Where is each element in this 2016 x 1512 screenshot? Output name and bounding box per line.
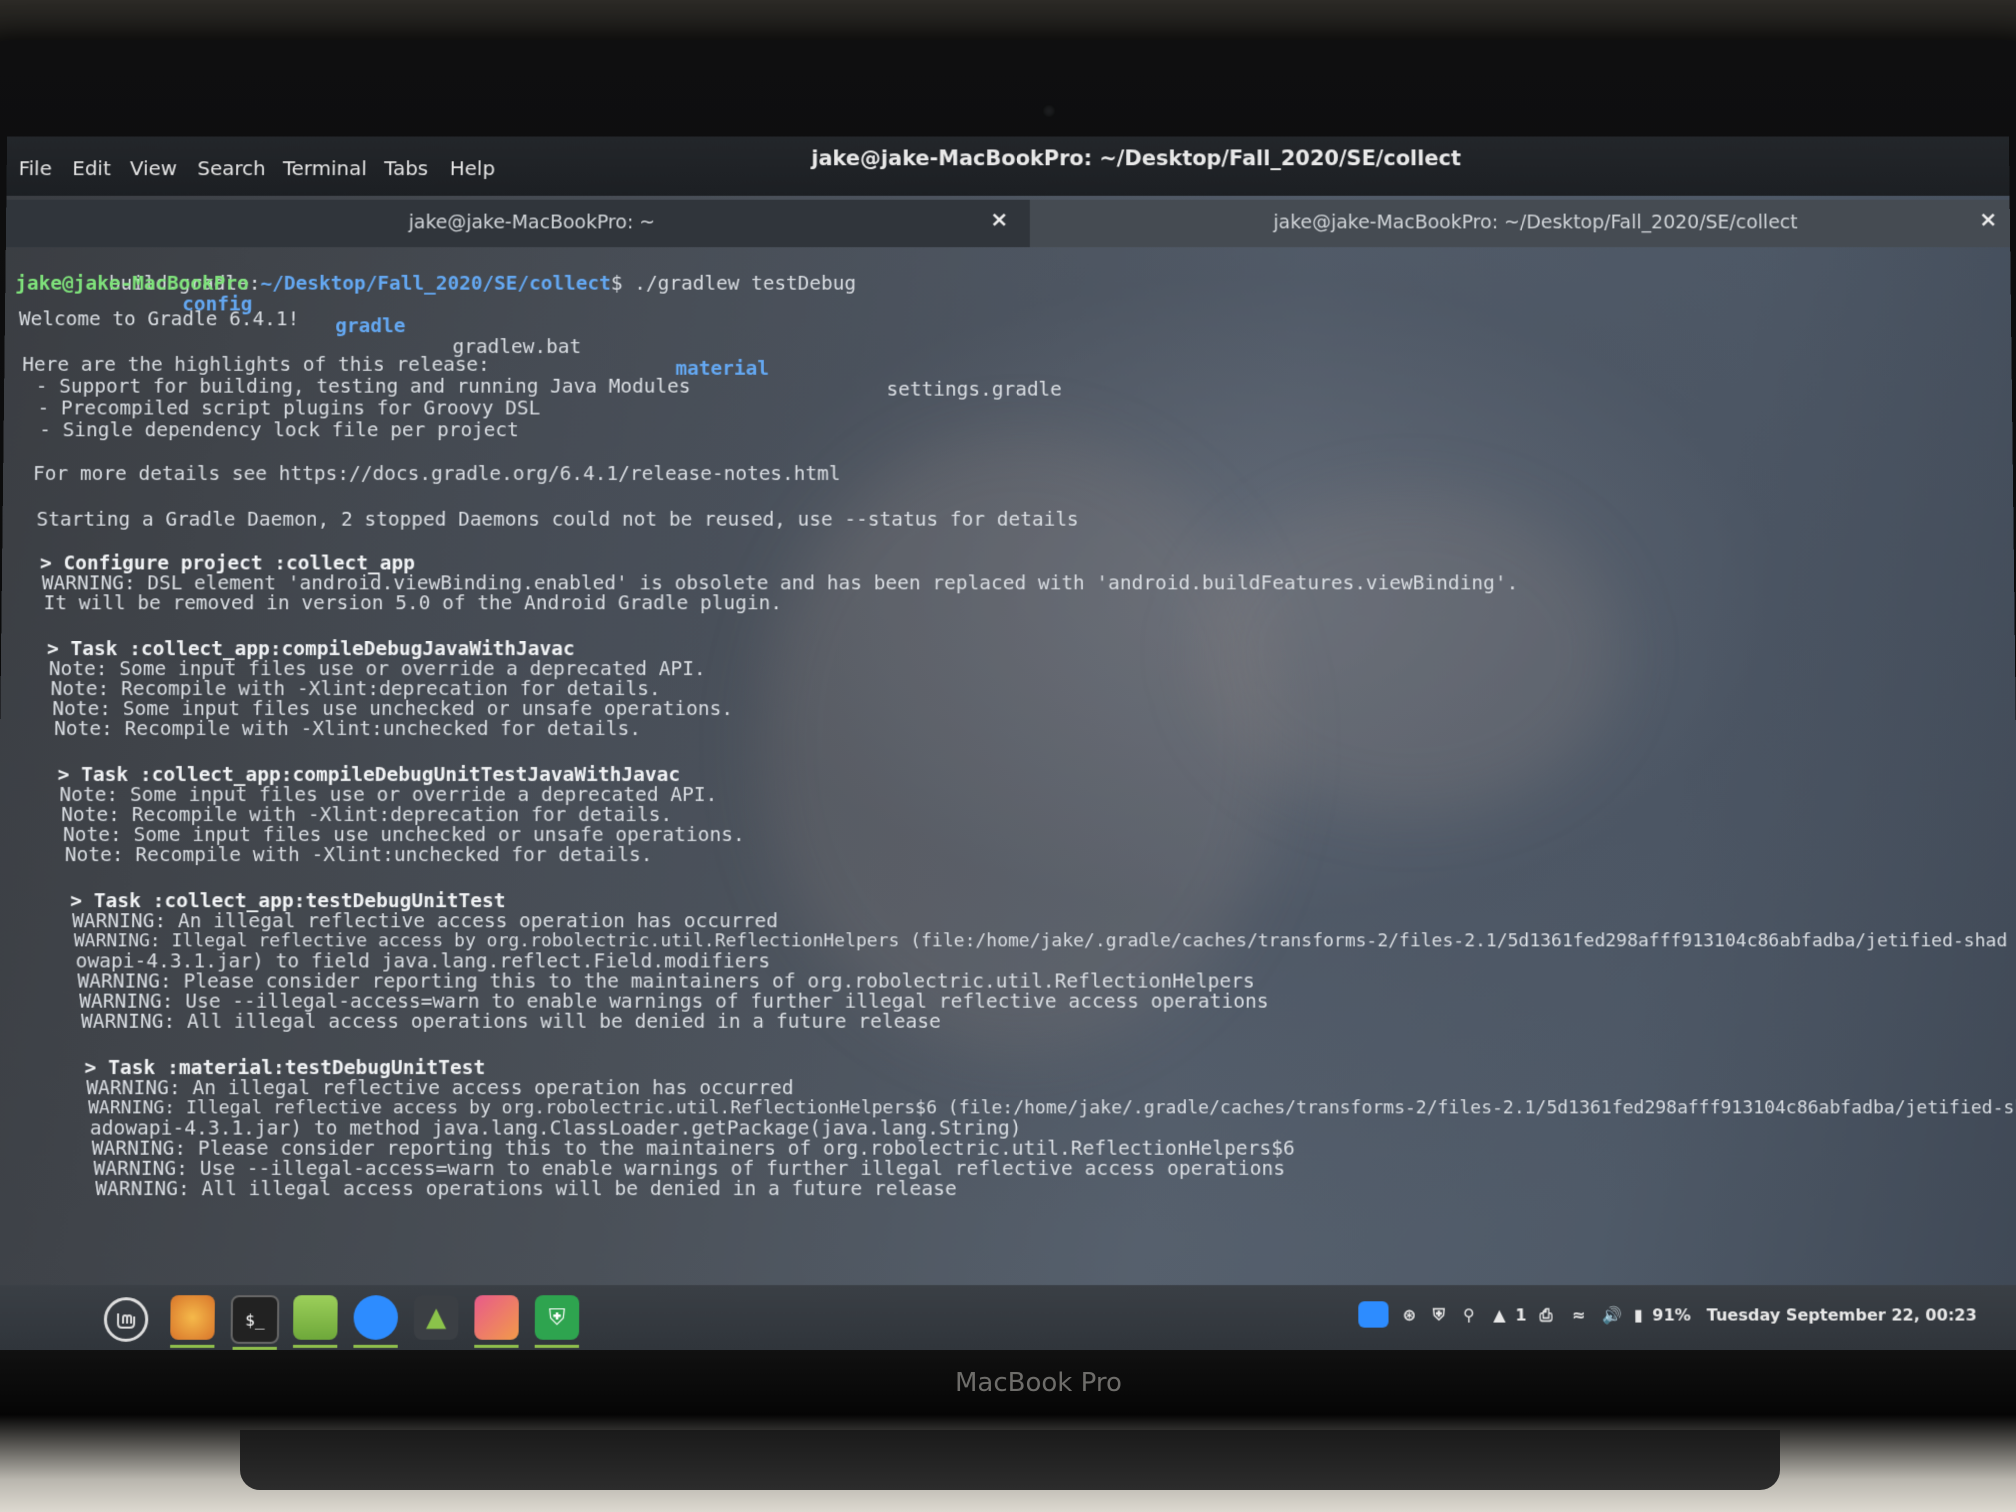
ls-file: settings.gradle: [886, 377, 1062, 401]
tab-label: jake@jake-MacBookPro: ~: [408, 211, 656, 234]
prompt-path: ~/Desktop/Fall_2020/SE/collect: [260, 271, 611, 295]
output-line: WARNING: All illegal access operations w…: [80, 1009, 941, 1033]
tab-home[interactable]: jake@jake-MacBookPro: ~ ×: [5, 199, 1030, 248]
android-studio-icon[interactable]: ▲: [413, 1295, 459, 1340]
prompt-user: jake@jake-MacBookPro: [15, 271, 249, 295]
output-line: It will be removed in version 5.0 of the…: [43, 591, 783, 615]
printer-icon[interactable]: ⎙: [1539, 1305, 1552, 1325]
bluetooth-icon[interactable]: ⊛: [1403, 1305, 1417, 1324]
notification-count: 1: [1515, 1305, 1527, 1325]
prompt-colon: :: [248, 271, 261, 295]
output-line: - Precompiled script plugins for Groovy …: [25, 396, 541, 420]
menu-edit[interactable]: Edit: [72, 156, 111, 180]
output-line: Here are the highlights of this release:: [22, 352, 490, 376]
terminal-icon[interactable]: $_: [230, 1295, 280, 1350]
menu-help[interactable]: Help: [450, 156, 495, 180]
menu-terminal[interactable]: Terminal: [283, 156, 367, 180]
active-indicator: [292, 1344, 338, 1348]
output-line: WARNING: An illegal reflective access op…: [71, 909, 778, 933]
android-glyph: ▲: [426, 1302, 447, 1333]
shield-glyph: ⛨: [548, 1304, 566, 1331]
notification-icon[interactable]: ▲: [1493, 1305, 1506, 1324]
laptop-screen: File Edit View Search Terminal Tabs Help…: [0, 136, 2016, 1354]
active-indicator: [170, 1344, 215, 1348]
mint-menu-icon[interactable]: [103, 1297, 149, 1342]
battery-percent: 91%: [1652, 1305, 1691, 1325]
photo-scene: File Edit View Search Terminal Tabs Help…: [0, 0, 2016, 1512]
zoom-tray-icon[interactable]: [1358, 1301, 1389, 1328]
active-indicator: [534, 1344, 580, 1348]
output-line: For more details see https://docs.gradle…: [32, 462, 841, 485]
active-indicator: [474, 1344, 519, 1348]
menu-bar: File Edit View Search Terminal Tabs Help…: [6, 136, 2010, 196]
close-icon[interactable]: ×: [1979, 208, 1998, 233]
location-icon[interactable]: ⚲: [1463, 1305, 1475, 1324]
clock[interactable]: Tuesday September 22, 00:23: [1707, 1305, 1977, 1324]
taskbar: $_ ▲ ⛨ ⊛ ⛨ ⚲ ▲ 1 ⎙ ≈ 🔊 ▮ 91% Tuesday Sep…: [0, 1285, 2016, 1354]
image-viewer-icon[interactable]: [474, 1295, 519, 1348]
close-icon[interactable]: ×: [990, 208, 1008, 233]
output-line: Welcome to Gradle 6.4.1!: [18, 307, 300, 331]
zoom-icon[interactable]: [353, 1295, 399, 1348]
output-line: WARNING: An illegal reflective access op…: [86, 1076, 794, 1100]
tab-bar: jake@jake-MacBookPro: ~ × jake@jake-MacB…: [5, 199, 2011, 248]
wifi-icon[interactable]: ≈: [1572, 1305, 1586, 1324]
volume-icon[interactable]: 🔊: [1602, 1305, 1622, 1324]
system-tray: ⊛ ⛨ ⚲ ▲ 1 ⎙ ≈ 🔊 ▮ 91% Tuesday September …: [1358, 1301, 1982, 1335]
menu-view[interactable]: View: [130, 156, 177, 180]
prompt-command: $ ./gradlew testDebug: [610, 271, 857, 295]
brand-label: MacBook Pro: [955, 1368, 1122, 1398]
output-line: WARNING: All illegal access operations w…: [95, 1176, 957, 1201]
camera-icon: [1042, 104, 1056, 118]
active-indicator: [353, 1344, 398, 1348]
command-prompt: jake@jake-MacBookPro:~/Desktop/Fall_2020…: [15, 271, 857, 295]
battery-icon[interactable]: ▮: [1634, 1305, 1643, 1324]
shield-icon[interactable]: ⛨: [534, 1295, 580, 1348]
tab-collect[interactable]: jake@jake-MacBookPro: ~/Desktop/Fall_202…: [1029, 199, 2011, 248]
output-line: - Single dependency lock file per projec…: [27, 418, 519, 442]
output-line: Note: Recompile with -Xlint:unchecked fo…: [54, 717, 642, 741]
output-line: Starting a Gradle Daemon, 2 stopped Daem…: [36, 507, 1079, 531]
tab-label: jake@jake-MacBookPro: ~/Desktop/Fall_202…: [1273, 211, 1798, 234]
mint-logo: [114, 1307, 138, 1331]
output-line: Note: Recompile with -Xlint:unchecked fo…: [64, 843, 653, 867]
firefox-icon[interactable]: [170, 1295, 215, 1348]
menu-tabs[interactable]: Tabs: [384, 156, 428, 180]
terminal-glyph: $_: [245, 1309, 265, 1330]
shield-tray-icon[interactable]: ⛨: [1433, 1305, 1445, 1325]
output-line: - Support for building, testing and runn…: [23, 374, 691, 398]
terminal-output[interactable]: build.gradle config gradle gradlew.bat m…: [0, 247, 2016, 1277]
files-icon[interactable]: [292, 1295, 338, 1348]
ls-dir: gradle: [335, 313, 406, 337]
menu-search[interactable]: Search: [197, 156, 265, 180]
laptop-hinge: [240, 1430, 1780, 1490]
window-title: jake@jake-MacBookPro: ~/Desktop/Fall_202…: [811, 146, 1461, 171]
menu-file[interactable]: File: [19, 156, 53, 180]
